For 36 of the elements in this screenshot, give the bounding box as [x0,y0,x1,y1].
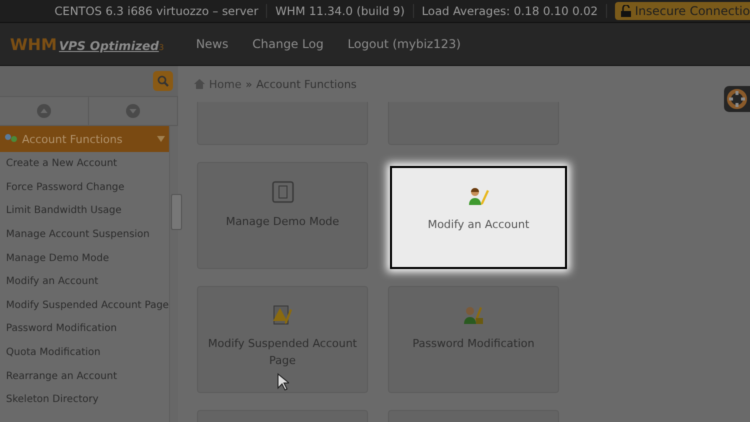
lock-icon [620,5,631,17]
sidebar-item[interactable]: Password Modification [0,317,169,341]
sidebar-item[interactable]: Force Password Change [0,176,169,200]
sidebar-item[interactable]: Skeleton Directory [0,388,169,412]
nav-link[interactable]: News [184,37,240,51]
sidebar-item[interactable]: Limit Bandwidth Usage [0,199,169,223]
warning-pencil-icon [272,305,294,325]
sidebar-item[interactable]: Modify an Account [0,270,169,294]
help-button[interactable] [724,86,750,112]
account-functions-header[interactable]: Account Functions [0,126,169,152]
sidebar-item[interactable]: Manage Demo Mode [0,246,169,270]
lifebuoy-icon [727,89,747,109]
breadcrumb-separator: » [245,78,252,90]
nav-link[interactable]: Logout (mybiz123) [336,37,473,51]
sidebar-item[interactable]: Quota Modification [0,340,169,364]
sidebar-item[interactable]: Create a New Account [0,152,169,176]
scrollbar-thumb[interactable] [170,194,182,230]
function-tile[interactable]: Modify an Account [390,166,567,269]
sidebar-item[interactable]: Rearrange an Account [0,364,169,388]
search-icon [157,75,169,87]
insecure-connection-badge: Insecure Connectio [614,2,750,20]
sidebar-item[interactable]: Manage Account Suspension [0,222,169,246]
caret-icon [156,136,165,142]
status-text: WHM 11.34.0 (build 9) [267,4,414,18]
users-icon [4,133,18,145]
search-button[interactable] [153,71,173,91]
user-lock-icon [462,305,484,325]
status-text: CENTOS 6.3 i686 virtuozzo – server [46,4,268,18]
cursor-icon [277,373,289,391]
home-icon [194,79,205,89]
sidebar-item[interactable]: Modify Suspended Account Page [0,294,169,318]
switch-icon [272,181,294,203]
search-field[interactable] [0,66,178,97]
user-pencil-icon [468,186,490,206]
status-text: Load Averages: 0.18 0.10 0.02 [414,4,607,18]
nav-link[interactable]: Change Log [240,37,336,51]
